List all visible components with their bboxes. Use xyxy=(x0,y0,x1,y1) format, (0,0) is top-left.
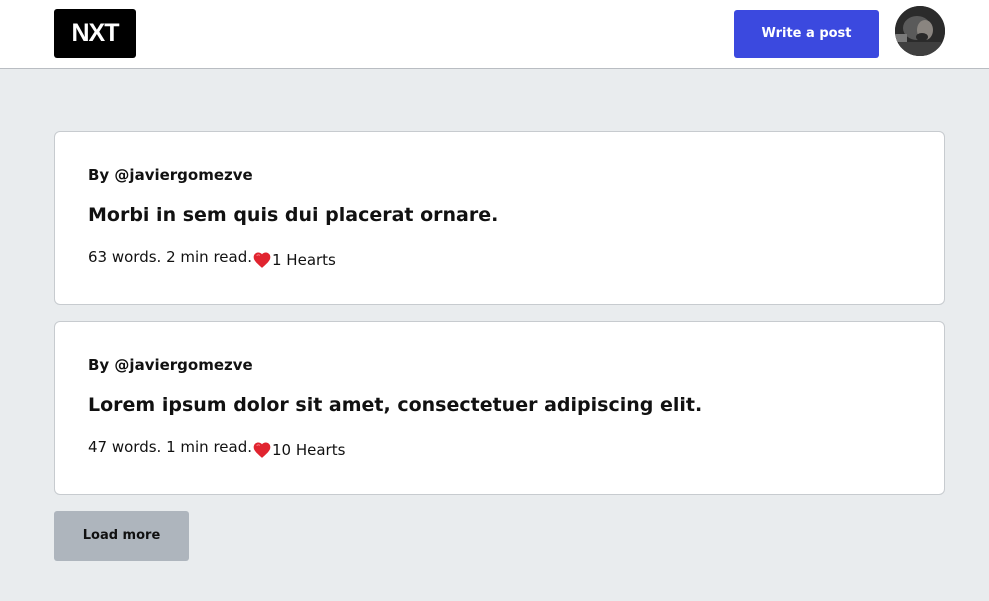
site-logo[interactable]: NXT xyxy=(54,9,136,58)
post-meta: 63 words. 2 min read. 1 Hearts xyxy=(88,248,336,270)
heart-icon xyxy=(252,440,272,460)
heart-icon xyxy=(252,250,272,270)
write-post-button[interactable]: Write a post xyxy=(734,10,879,58)
post-read-info: 47 words. 1 min read. xyxy=(88,438,252,456)
post-author[interactable]: By @javiergomezve xyxy=(88,166,253,184)
load-more-button[interactable]: Load more xyxy=(54,511,189,561)
post-title[interactable]: Lorem ipsum dolor sit amet, consectetuer… xyxy=(88,394,702,416)
post-card[interactable]: By @javiergomezve Lorem ipsum dolor sit … xyxy=(54,321,945,495)
post-title[interactable]: Morbi in sem quis dui placerat ornare. xyxy=(88,204,498,226)
post-hearts-count: 1 Hearts xyxy=(272,251,336,269)
post-meta: 47 words. 1 min read. 10 Hearts xyxy=(88,438,345,460)
top-navbar: NXT Write a post xyxy=(0,0,989,69)
post-card[interactable]: By @javiergomezve Morbi in sem quis dui … xyxy=(54,131,945,305)
post-hearts-count: 10 Hearts xyxy=(272,441,346,459)
user-avatar[interactable] xyxy=(895,6,945,56)
post-read-info: 63 words. 2 min read. xyxy=(88,248,252,266)
post-author[interactable]: By @javiergomezve xyxy=(88,356,253,374)
